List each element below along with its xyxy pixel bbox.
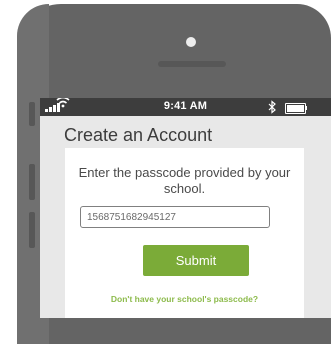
instructions-text: Enter the passcode provided by your scho… <box>78 165 291 196</box>
status-bar: 9:41 AM <box>40 98 331 116</box>
mute-switch <box>29 102 35 126</box>
earpiece-speaker <box>158 61 226 67</box>
front-camera <box>186 37 196 47</box>
page-title: Create an Account <box>64 125 213 145</box>
volume-down-button <box>29 212 35 248</box>
battery-level <box>287 105 304 112</box>
battery-icon <box>285 103 306 114</box>
passcode-help-link[interactable]: Don't have your school's passcode? <box>65 294 304 304</box>
submit-button[interactable]: Submit <box>143 245 249 276</box>
bluetooth-icon <box>268 100 276 114</box>
volume-up-button <box>29 164 35 200</box>
phone-screen: 9:41 AM Create an Account Enter the pass… <box>40 98 331 318</box>
passcode-input[interactable] <box>80 206 270 228</box>
battery-cap <box>305 106 307 110</box>
passcode-card: Enter the passcode provided by your scho… <box>65 148 304 318</box>
